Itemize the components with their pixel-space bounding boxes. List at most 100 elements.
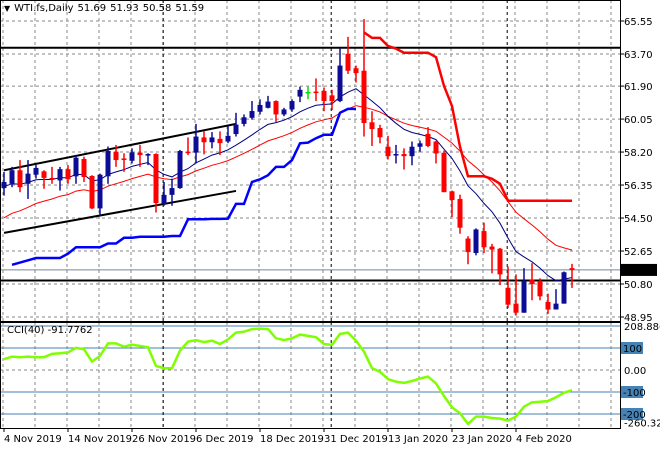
candle-body (489, 246, 495, 250)
candle-body (521, 280, 527, 313)
candle-body (65, 169, 71, 180)
time-tick-label: 18 Dec 2019 (260, 434, 324, 445)
cci-tick-label: -260.322 (624, 418, 660, 429)
candle-body (481, 231, 487, 248)
upper-channel-line (363, 31, 572, 202)
candle-body (193, 136, 199, 153)
price-tick-label: 52.65 (624, 247, 653, 258)
time-tick-label: 14 Nov 2019 (68, 434, 132, 445)
price-axis: 65.55 63.70 61.90 60.05 58.20 56.35 54.50 52.65… (620, 17, 660, 429)
candle-body (185, 151, 191, 154)
time-tick-label: 4 Feb 2020 (516, 434, 572, 445)
price-tick-label: 65.55 (624, 17, 653, 28)
candle-body (41, 171, 47, 178)
candles (1, 19, 575, 316)
candle-body (433, 141, 439, 154)
candle-body (25, 173, 31, 184)
candle-body (553, 303, 559, 310)
lower-channel-line (11, 107, 356, 267)
candle-body (121, 158, 127, 160)
candle-body (353, 68, 359, 74)
candle-body (233, 124, 239, 135)
price-tick-label: 54.50 (624, 214, 653, 225)
candle-body (385, 146, 391, 157)
candle-body (49, 177, 55, 180)
candle-body (81, 159, 87, 178)
candle-body (89, 175, 95, 209)
candle-body (393, 154, 399, 156)
price-chart[interactable]: 65.55 63.70 61.90 60.05 58.20 56.35 54.50 52.65… (0, 0, 660, 450)
indicator-lines (3, 31, 573, 282)
candle-body (369, 122, 375, 130)
candle-body (473, 229, 479, 253)
candle-body (177, 150, 183, 189)
cci-header: CCI(40) -91.7762 (7, 325, 93, 336)
candle-body (249, 111, 255, 118)
candle-body (57, 169, 63, 181)
candle-body (305, 91, 311, 94)
candle-body (273, 101, 279, 115)
cci-line (3, 327, 573, 426)
candle-body (401, 154, 407, 157)
candle-body (97, 174, 103, 209)
candle-body (561, 272, 567, 304)
triangle-down-icon[interactable]: ▼ (4, 4, 10, 13)
candle-body (257, 104, 263, 112)
symbol-label: WTI.fs,Daily (14, 3, 74, 14)
candle-body (497, 248, 503, 275)
candle-body (169, 188, 175, 195)
chart-frame (0, 0, 621, 429)
candle-body (313, 91, 319, 94)
candle-body (337, 65, 343, 102)
candle-body (329, 95, 335, 102)
open-value: 51.69 (77, 3, 107, 14)
time-tick-label: 26 Nov 2019 (132, 434, 196, 445)
candle-body (17, 170, 23, 188)
cci-tick-label: 208.8864 (624, 322, 660, 333)
price-tick-label: 56.35 (624, 181, 653, 192)
candle-body (201, 137, 207, 143)
candle-body (537, 280, 543, 297)
candle-body (361, 70, 367, 123)
grid (0, 0, 620, 428)
candle-body (209, 137, 215, 143)
candle-body (1, 182, 7, 189)
cci-frame (0, 322, 621, 429)
candle-body (345, 53, 351, 71)
close-value: 51.59 (175, 3, 205, 14)
candle-body (465, 238, 471, 253)
price-tick-label: 58.20 (624, 148, 653, 159)
candle-body (321, 90, 327, 102)
candle-body (457, 198, 463, 228)
cci-tick-label: 100 (623, 344, 642, 355)
candle-body (449, 191, 455, 201)
price-tick-label: 60.05 (624, 115, 653, 126)
time-tick-label: 13 Jan 2020 (388, 434, 448, 445)
candle-body (377, 127, 383, 138)
period-separators (162, 0, 508, 428)
candle-body (137, 152, 143, 156)
candle-body (417, 143, 423, 147)
candle-body (297, 89, 303, 97)
candle-body (505, 287, 511, 305)
candle-body (129, 152, 135, 161)
price-tick-label: 63.70 (624, 50, 653, 61)
candle-body (33, 167, 39, 175)
candle-body (289, 101, 295, 110)
candle-body (225, 135, 231, 142)
time-tick-label: 6 Dec 2019 (196, 434, 254, 445)
cci-series (3, 327, 573, 426)
candle-body (105, 150, 111, 177)
candle-body (545, 302, 551, 310)
cci-name: CCI(40) (7, 325, 45, 336)
candle-body (241, 117, 247, 124)
price-tick-label: 50.80 (624, 280, 653, 291)
price-tick-label: 61.90 (624, 82, 653, 93)
candle-body (513, 303, 519, 313)
candle-body (569, 268, 575, 270)
candle-body (425, 133, 431, 146)
high-value: 51.93 (110, 3, 139, 14)
candle-body (409, 146, 415, 157)
trendline (3, 189, 237, 234)
cci-value: -91.7762 (47, 325, 93, 336)
